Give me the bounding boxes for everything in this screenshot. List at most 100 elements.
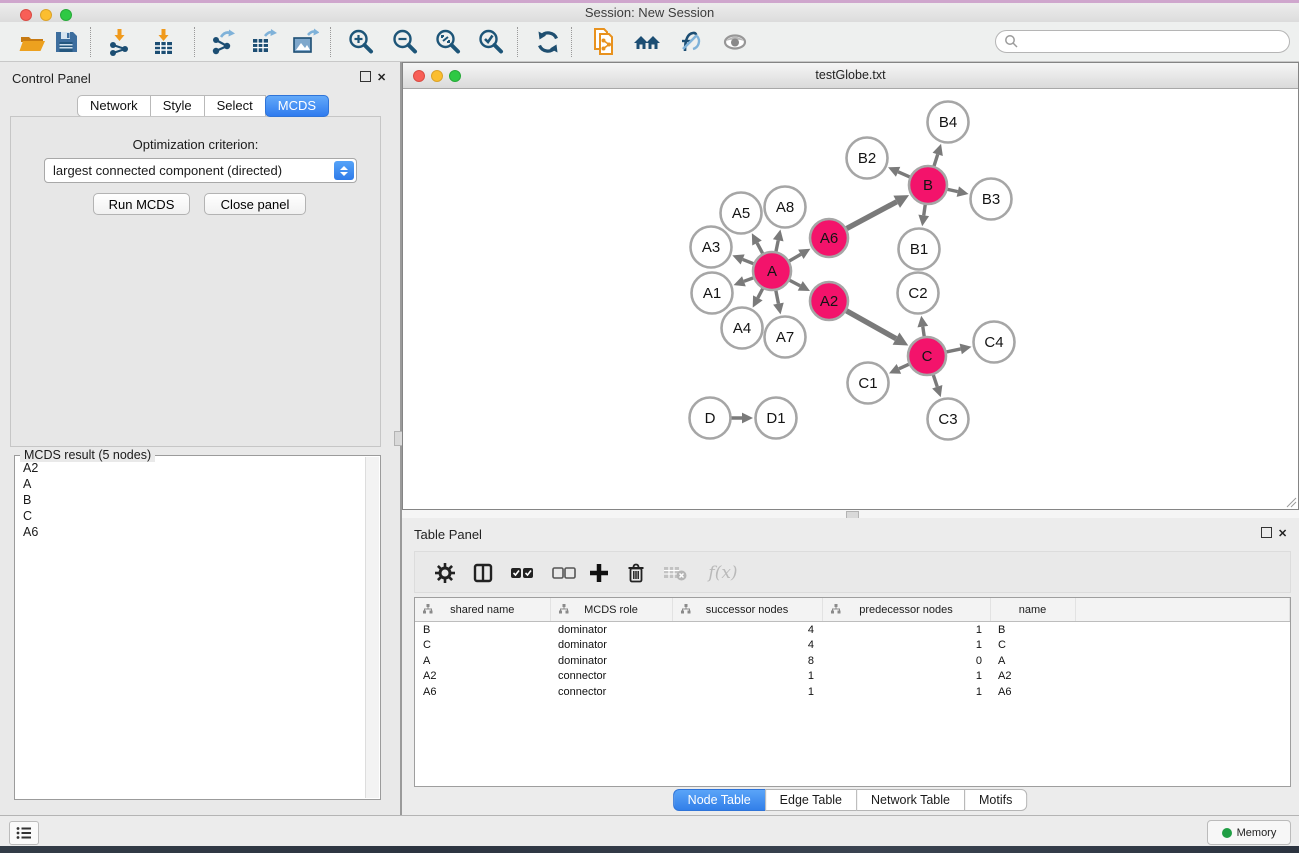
criterion-dropdown[interactable]: largest connected component (directed) — [44, 158, 357, 183]
list-item[interactable]: A — [17, 476, 365, 492]
export-image-button[interactable] — [287, 25, 323, 59]
function-builder-button[interactable]: f(x) — [703, 558, 743, 588]
save-floppy-icon — [52, 28, 80, 56]
tab-motifs[interactable]: Motifs — [964, 789, 1027, 811]
optimization-criterion-label: Optimization criterion: — [11, 137, 380, 152]
export-network-button[interactable] — [205, 25, 241, 59]
memory-button[interactable]: Memory — [1207, 820, 1291, 845]
table-panel-title: Table Panel — [414, 527, 482, 542]
table-options-button[interactable] — [430, 558, 460, 588]
network-graph: AA1A2A3A4A5A6A7A8BB1B2B3B4CC1C2C3C4DD1 — [403, 89, 1298, 509]
zoom-traffic-light[interactable] — [449, 70, 461, 82]
memory-status-icon — [1222, 828, 1232, 838]
graph-edge-arrow — [960, 344, 972, 355]
tab-style[interactable]: Style — [150, 95, 205, 117]
open-folder-icon — [18, 28, 46, 56]
select-all-button[interactable] — [507, 558, 537, 588]
show-hide-columns-button[interactable] — [468, 558, 498, 588]
import-table-button[interactable] — [146, 25, 182, 59]
tab-network[interactable]: Network — [77, 95, 151, 117]
apply-layout-refresh-button[interactable] — [530, 25, 566, 59]
table-row[interactable]: A2 connector 1 1 A2 — [415, 669, 1290, 685]
column-header-shared-name[interactable]: shared name — [415, 598, 550, 622]
export-network-icon — [209, 28, 237, 56]
hide-graphics-details-button[interactable] — [672, 25, 708, 59]
column-header-name[interactable]: name — [990, 598, 1075, 622]
close-panel-icon[interactable]: ✕ — [377, 71, 386, 84]
graph-node-label-B3: B3 — [982, 191, 1000, 208]
graph-edge-arrow — [932, 385, 942, 397]
bird-eye-view-button[interactable] — [717, 25, 753, 59]
save-session-button[interactable] — [48, 25, 84, 59]
tab-mcds[interactable]: MCDS — [265, 95, 329, 117]
delete-columns-button[interactable] — [621, 558, 651, 588]
graph-node-label-A7: A7 — [776, 329, 794, 346]
columns-icon — [472, 562, 494, 584]
list-item[interactable]: B — [17, 492, 365, 508]
graph-node-label-A1: A1 — [703, 285, 721, 302]
column-header-mcds-role[interactable]: MCDS role — [550, 598, 672, 622]
toolbar-separator — [330, 27, 331, 57]
clone-network-button[interactable] — [586, 25, 622, 59]
tab-network-table[interactable]: Network Table — [856, 789, 965, 811]
search-box[interactable] — [995, 30, 1290, 53]
task-history-button[interactable] — [9, 821, 39, 845]
network-canvas[interactable]: AA1A2A3A4A5A6A7A8BB1B2B3B4CC1C2C3C4DD1 — [403, 89, 1298, 509]
search-input[interactable] — [1023, 34, 1289, 50]
tab-node-table[interactable]: Node Table — [673, 789, 766, 811]
import-network-button[interactable] — [102, 25, 138, 59]
import-table-icon — [150, 28, 178, 56]
table-row[interactable]: A6 connector 1 1 A6 — [415, 684, 1290, 700]
shared-column-icon — [831, 604, 841, 614]
resize-grip-icon[interactable] — [1285, 496, 1297, 508]
table-row[interactable]: B dominator 4 1 B — [415, 622, 1290, 638]
status-bar: Memory — [0, 815, 1299, 846]
list-item[interactable]: C — [17, 508, 365, 524]
create-column-button[interactable] — [584, 558, 614, 588]
close-panel-icon[interactable]: ✕ — [1278, 527, 1287, 540]
graph-node-label-B: B — [923, 177, 933, 194]
criterion-value: largest connected component (directed) — [53, 163, 282, 178]
graph-edge-arrow — [917, 316, 928, 328]
graph-edge-arrow — [933, 144, 943, 156]
home-button[interactable] — [629, 25, 665, 59]
graph-edge-arrow — [742, 413, 753, 424]
result-scrollbar[interactable] — [365, 457, 379, 798]
close-traffic-light[interactable] — [413, 70, 425, 82]
task-list-icon — [16, 826, 32, 840]
zoom-selected-button[interactable] — [473, 25, 509, 59]
minimize-traffic-light[interactable] — [40, 9, 52, 21]
zoom-out-button[interactable] — [387, 25, 423, 59]
zoom-traffic-light[interactable] — [60, 9, 72, 21]
tab-edge-table[interactable]: Edge Table — [765, 789, 857, 811]
run-mcds-button[interactable]: Run MCDS — [93, 193, 190, 215]
export-table-button[interactable] — [245, 25, 281, 59]
float-panel-icon[interactable] — [1261, 527, 1272, 541]
open-session-button[interactable] — [14, 25, 50, 59]
mcds-result-box: MCDS result (5 nodes) A2 A B C A6 — [14, 455, 381, 800]
minimize-traffic-light[interactable] — [431, 70, 443, 82]
zoom-in-button[interactable] — [343, 25, 379, 59]
delete-table-button[interactable] — [660, 558, 690, 588]
table-row[interactable]: A dominator 8 0 A — [415, 653, 1290, 669]
application-window: Session: New Session — [0, 0, 1299, 853]
column-header-successor-nodes[interactable]: successor nodes — [672, 598, 822, 622]
graph-node-label-B4: B4 — [939, 114, 957, 131]
export-image-icon — [291, 28, 319, 56]
column-header-predecessor-nodes[interactable]: predecessor nodes — [822, 598, 990, 622]
table-row[interactable]: C dominator 4 1 C — [415, 638, 1290, 654]
list-item[interactable]: A2 — [17, 460, 365, 476]
memory-label: Memory — [1237, 827, 1277, 839]
list-item[interactable]: A6 — [17, 524, 365, 540]
close-traffic-light[interactable] — [20, 9, 32, 21]
network-window-titlebar[interactable]: testGlobe.txt — [403, 63, 1298, 89]
graph-node-label-A3: A3 — [702, 239, 720, 256]
float-panel-icon[interactable] — [360, 71, 371, 85]
toolbar-separator — [90, 27, 91, 57]
plus-icon — [588, 562, 610, 584]
graph-edge-arrow — [773, 230, 784, 242]
close-panel-button[interactable]: Close panel — [204, 193, 306, 215]
tab-select[interactable]: Select — [204, 95, 266, 117]
deselect-all-button[interactable] — [549, 558, 579, 588]
zoom-fit-button[interactable] — [430, 25, 466, 59]
